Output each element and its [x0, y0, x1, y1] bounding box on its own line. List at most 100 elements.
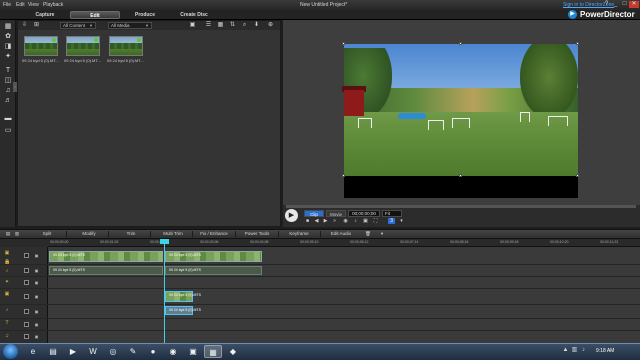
tray-arrow-icon[interactable]: ▲ [562, 347, 569, 354]
split-button[interactable]: Split [30, 230, 64, 238]
search-icon[interactable]: ⌕ [240, 21, 249, 29]
media-thumbnail[interactable] [109, 36, 143, 56]
movie-mode-button[interactable]: Movie [326, 210, 346, 217]
internet-explorer-icon[interactable]: e [24, 345, 42, 358]
fix-enhance-button[interactable]: Fix / Enhance [196, 230, 232, 238]
download-icon[interactable]: ⬇ [252, 21, 261, 29]
zoom-fit-select[interactable]: Fit [382, 210, 402, 217]
timecode-display[interactable]: 00;00;00;00 [348, 210, 380, 217]
start-button[interactable] [3, 344, 18, 359]
clock-time[interactable]: 9:18 AM [596, 348, 614, 354]
lock-icon[interactable]: ▣ [34, 334, 39, 339]
video-clip[interactable]: 09 24 byd 5 (0).MTS [49, 251, 163, 262]
modify-button[interactable]: Modify [72, 230, 106, 238]
app-icon[interactable]: ◉ [164, 345, 182, 358]
audio-mixing-icon[interactable]: ♫ [3, 86, 13, 95]
particle-room-icon[interactable]: ✦ [3, 52, 13, 61]
track-enable-checkbox[interactable] [24, 268, 29, 273]
edit-audio-button[interactable]: Edit Audio [324, 230, 358, 238]
maximize-button[interactable]: □ [620, 1, 629, 8]
lock-icon[interactable]: ▣ [34, 322, 39, 327]
menu-view[interactable]: View [28, 2, 39, 8]
tab-create-disc[interactable]: Create Disc [172, 11, 216, 19]
lock-icon[interactable]: ▣ [34, 280, 39, 285]
resize-handle[interactable] [459, 42, 462, 45]
minimize-button[interactable]: _ [611, 1, 620, 8]
resize-handle[interactable] [576, 174, 579, 177]
stop-icon[interactable]: ■ [304, 218, 311, 224]
subtitle-room-icon[interactable]: ▭ [3, 126, 13, 135]
tab-edit[interactable]: Edit [70, 11, 120, 19]
menu-file[interactable]: File [3, 2, 11, 8]
app-icon[interactable]: ▣ [184, 345, 202, 358]
keyframe-button[interactable]: Keyframe [282, 230, 316, 238]
playhead[interactable] [164, 241, 165, 343]
menu-edit[interactable]: Edit [16, 2, 25, 8]
tab-produce[interactable]: Produce [125, 11, 165, 19]
next-frame-icon[interactable]: ▶ [322, 218, 329, 224]
lock-icon[interactable]: ▣ [34, 253, 39, 258]
resize-handle[interactable] [342, 42, 345, 45]
view-options-icon[interactable]: ☰ [204, 21, 213, 29]
video-clip[interactable]: 09 24 byd 5 (0).MTS [165, 251, 262, 262]
effect-room-icon[interactable]: ✿ [3, 32, 13, 41]
sort-icon[interactable]: ⇅ [228, 21, 237, 29]
network-icon[interactable]: ▥ [571, 347, 578, 354]
storyboard-view-icon[interactable]: ▤ [4, 230, 12, 238]
track-enable-checkbox[interactable] [24, 309, 29, 314]
play-button[interactable]: ▶ [285, 209, 298, 222]
power-tools-button[interactable]: Power Tools [240, 230, 274, 238]
lock-icon[interactable]: ▣ [34, 268, 39, 273]
thumbnail-view-icon[interactable]: ▦ [216, 21, 225, 29]
seek-bar[interactable] [286, 205, 636, 208]
more-options-icon[interactable]: ▾ [378, 230, 386, 238]
media-thumbnail[interactable] [66, 36, 100, 56]
powerdirector-taskbar-icon[interactable]: ▦ [204, 345, 222, 358]
fast-forward-icon[interactable]: » [331, 218, 338, 224]
delete-icon[interactable]: 🗑 [364, 230, 372, 238]
volume-icon[interactable]: ♪ [352, 218, 359, 224]
snapshot-icon[interactable]: ◉ [342, 218, 349, 224]
track-enable-checkbox[interactable] [24, 280, 29, 285]
audio-clip-selected[interactable]: 09 24 byd 5 (0).MTS [165, 306, 201, 315]
import-media-icon[interactable]: ⇩ [20, 21, 29, 29]
chapter-room-icon[interactable]: ▬ [3, 114, 13, 123]
media-player-icon[interactable]: ▶ [64, 345, 82, 358]
menu-playback[interactable]: Playback [43, 2, 63, 8]
folder-icon[interactable]: ▣ [188, 21, 197, 29]
app-icon[interactable]: ◆ [224, 345, 242, 358]
lock-icon[interactable]: ▣ [34, 294, 39, 299]
timeline-view-icon[interactable]: ▥ [13, 230, 21, 238]
track-enable-checkbox[interactable] [24, 322, 29, 327]
media-thumbnail[interactable] [24, 36, 58, 56]
fullscreen-icon[interactable]: ⛶ [372, 218, 379, 224]
track-enable-checkbox[interactable] [24, 253, 29, 258]
resize-handle[interactable] [576, 42, 579, 45]
tab-capture[interactable]: Capture [25, 11, 65, 19]
track-enable-checkbox[interactable] [24, 334, 29, 339]
clip-mode-button[interactable]: Clip [304, 210, 324, 217]
zoom-icon[interactable]: ⊕ [266, 21, 275, 29]
previous-frame-icon[interactable]: ◀ [313, 218, 320, 224]
close-button[interactable]: ✕ [629, 1, 639, 8]
voiceover-icon[interactable]: ♬ [3, 96, 13, 105]
plugin-icon[interactable]: ⊞ [32, 21, 41, 29]
audio-clip[interactable]: 09 24 byd 5 (0).MTS [165, 266, 262, 275]
content-filter-select[interactable]: All Content ▼ [60, 22, 96, 29]
transition-room-icon[interactable]: ◫ [3, 76, 13, 85]
track-enable-checkbox[interactable] [24, 294, 29, 299]
lock-icon[interactable]: 🔒 [4, 259, 10, 265]
multi-trim-button[interactable]: Multi Trim [156, 230, 190, 238]
app-icon[interactable]: ◎ [104, 345, 122, 358]
resize-handle[interactable] [459, 174, 462, 177]
3d-icon[interactable]: 3 [388, 218, 395, 224]
resize-handle[interactable] [342, 174, 345, 177]
audio-clip[interactable]: 09 24 byd 5 (0).MTS [49, 266, 163, 275]
volume-icon[interactable]: ♪ [580, 347, 587, 354]
app-icon[interactable]: ● [144, 345, 162, 358]
media-room-icon[interactable]: ▦ [3, 22, 13, 31]
3d-settings-icon[interactable]: ▾ [398, 218, 405, 224]
word-icon[interactable]: W [84, 345, 102, 358]
help-button[interactable]: ? [602, 1, 611, 8]
file-explorer-icon[interactable]: ▤ [44, 345, 62, 358]
